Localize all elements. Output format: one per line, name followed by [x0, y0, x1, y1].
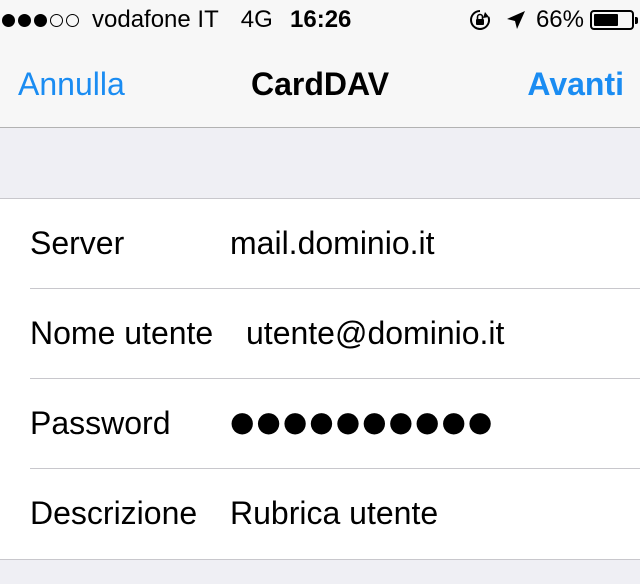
- signal-dot: [18, 13, 31, 27]
- location-arrow-icon: [506, 10, 526, 30]
- description-label: Descrizione: [30, 495, 198, 531]
- signal-dot: [50, 13, 63, 27]
- navigation-bar: Annulla CardDAV Avanti: [0, 40, 640, 128]
- carrier-name: vodafone IT: [92, 6, 219, 33]
- signal-dot: [66, 13, 79, 27]
- orientation-lock-icon: [468, 8, 492, 32]
- clock: 16:26: [290, 6, 352, 33]
- server-label: Server: [30, 225, 125, 261]
- username-label: Nome utente: [30, 315, 214, 351]
- description-field[interactable]: Rubrica utente: [230, 495, 438, 532]
- signal-dot: [34, 13, 47, 27]
- server-row[interactable]: Server mail.dominio.it: [0, 199, 640, 289]
- battery-percentage: 66%: [535, 6, 584, 33]
- status-bar-right: 66%: [468, 6, 638, 34]
- server-field[interactable]: mail.dominio.it: [230, 225, 435, 262]
- battery-level: [594, 14, 618, 26]
- battery-icon: [590, 10, 638, 30]
- next-button[interactable]: Avanti: [527, 66, 624, 103]
- username-row[interactable]: Nome utente utente@dominio.it: [0, 289, 640, 379]
- signal-strength-icon: [2, 13, 82, 27]
- account-form: Server mail.dominio.it Nome utente utent…: [0, 198, 640, 560]
- signal-dot: [2, 13, 15, 27]
- network-type: 4G: [240, 6, 273, 33]
- description-row[interactable]: Descrizione Rubrica utente: [0, 469, 640, 559]
- status-bar: vodafone IT 4G 16:26 66%: [0, 0, 640, 40]
- password-label: Password: [30, 405, 171, 441]
- status-bar-left: vodafone IT 4G: [0, 6, 295, 34]
- username-field[interactable]: utente@dominio.it: [246, 315, 504, 352]
- password-field[interactable]: ●●●●●●●●●●: [230, 405, 494, 438]
- password-row[interactable]: Password ●●●●●●●●●●: [0, 379, 640, 469]
